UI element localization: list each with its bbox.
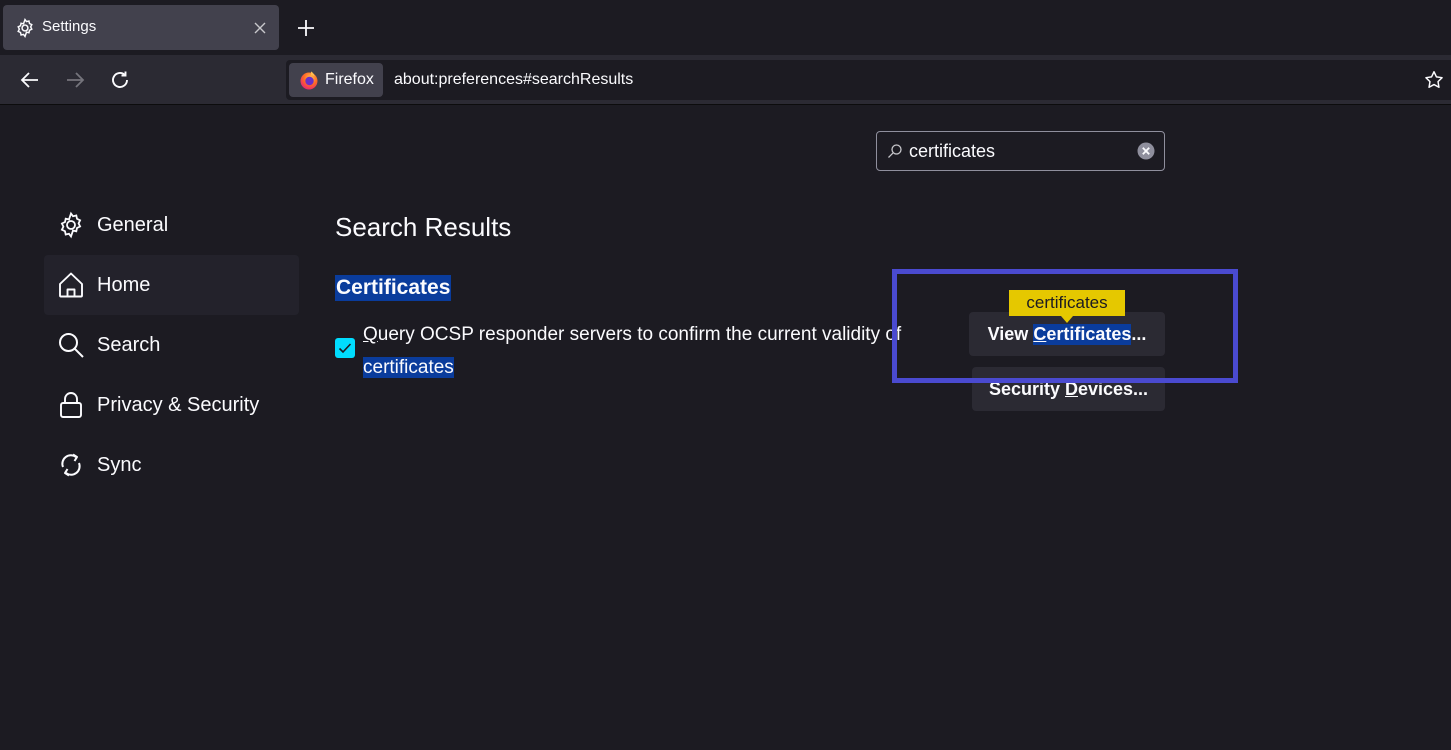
checkmark-icon — [338, 343, 352, 354]
button-label-prefix: View — [987, 323, 1029, 344]
lock-icon — [60, 392, 82, 418]
search-tooltip: certificates — [1009, 290, 1125, 323]
sidebar-label: Privacy & Security — [97, 393, 260, 416]
ocsp-label-text: uery OCSP responder servers to confirm t… — [377, 324, 902, 345]
home-icon — [59, 272, 83, 298]
ocsp-label[interactable]: Query OCSP responder servers to confirm … — [363, 318, 903, 384]
back-button[interactable] — [18, 68, 42, 92]
sidebar-label: Home — [97, 273, 151, 296]
forward-button[interactable] — [63, 68, 87, 92]
search-icon — [888, 144, 902, 158]
sidebar-item-search[interactable]: Search — [44, 315, 299, 375]
nav-bar: Firefox about:preferences#searchResults — [0, 55, 1451, 105]
new-tab-button[interactable] — [294, 16, 318, 40]
close-tab-icon[interactable] — [251, 19, 269, 37]
access-key: D — [1065, 378, 1078, 399]
security-devices-button[interactable]: Security Devices... — [972, 367, 1165, 411]
certificates-group-title: Certificates — [335, 275, 452, 301]
sidebar-item-general[interactable]: General — [44, 195, 299, 255]
button-label-prefix: Security — [988, 378, 1060, 399]
gear-icon — [60, 211, 82, 239]
access-key: C — [1033, 323, 1047, 344]
page-title: Search Results — [335, 212, 512, 242]
tab-strip: Settings — [0, 0, 1451, 55]
settings-search-field[interactable] — [876, 131, 1165, 171]
button-label-suffix: ... — [1131, 323, 1147, 344]
sidebar-item-privacy-security[interactable]: Privacy & Security — [44, 375, 299, 435]
ocsp-checkbox[interactable] — [335, 338, 355, 358]
button-label-suffix: evices... — [1078, 378, 1149, 399]
tab-title: Settings — [42, 18, 97, 35]
sidebar-item-sync[interactable]: Sync — [44, 435, 299, 495]
sidebar-item-home[interactable]: Home — [44, 255, 299, 315]
search-highlight: Certificates — [1033, 323, 1132, 345]
identity-label: Firefox — [325, 71, 374, 88]
firefox-logo-icon — [300, 71, 318, 90]
identity-box[interactable]: Firefox — [289, 63, 383, 97]
search-icon — [59, 333, 84, 358]
gear-icon — [17, 18, 33, 38]
sync-icon — [61, 453, 81, 477]
settings-search-input[interactable] — [909, 138, 1129, 164]
url-text[interactable]: about:preferences#searchResults — [394, 71, 633, 89]
access-key: Q — [363, 324, 378, 345]
sidebar-label: Sync — [97, 453, 142, 476]
tab-settings[interactable]: Settings — [3, 5, 279, 50]
category-sidebar: General Home Search Privacy & Security S… — [44, 195, 299, 495]
clear-search-icon[interactable] — [1137, 142, 1155, 160]
search-highlight: certificates — [363, 357, 454, 378]
sidebar-label: Search — [97, 333, 161, 356]
url-bar[interactable]: Firefox about:preferences#searchResults — [286, 60, 1451, 100]
reload-button[interactable] — [108, 68, 132, 92]
button-label-highlight: ertificates — [1046, 323, 1132, 344]
bookmark-star-icon[interactable] — [1423, 69, 1445, 91]
sidebar-label: General — [97, 213, 169, 236]
